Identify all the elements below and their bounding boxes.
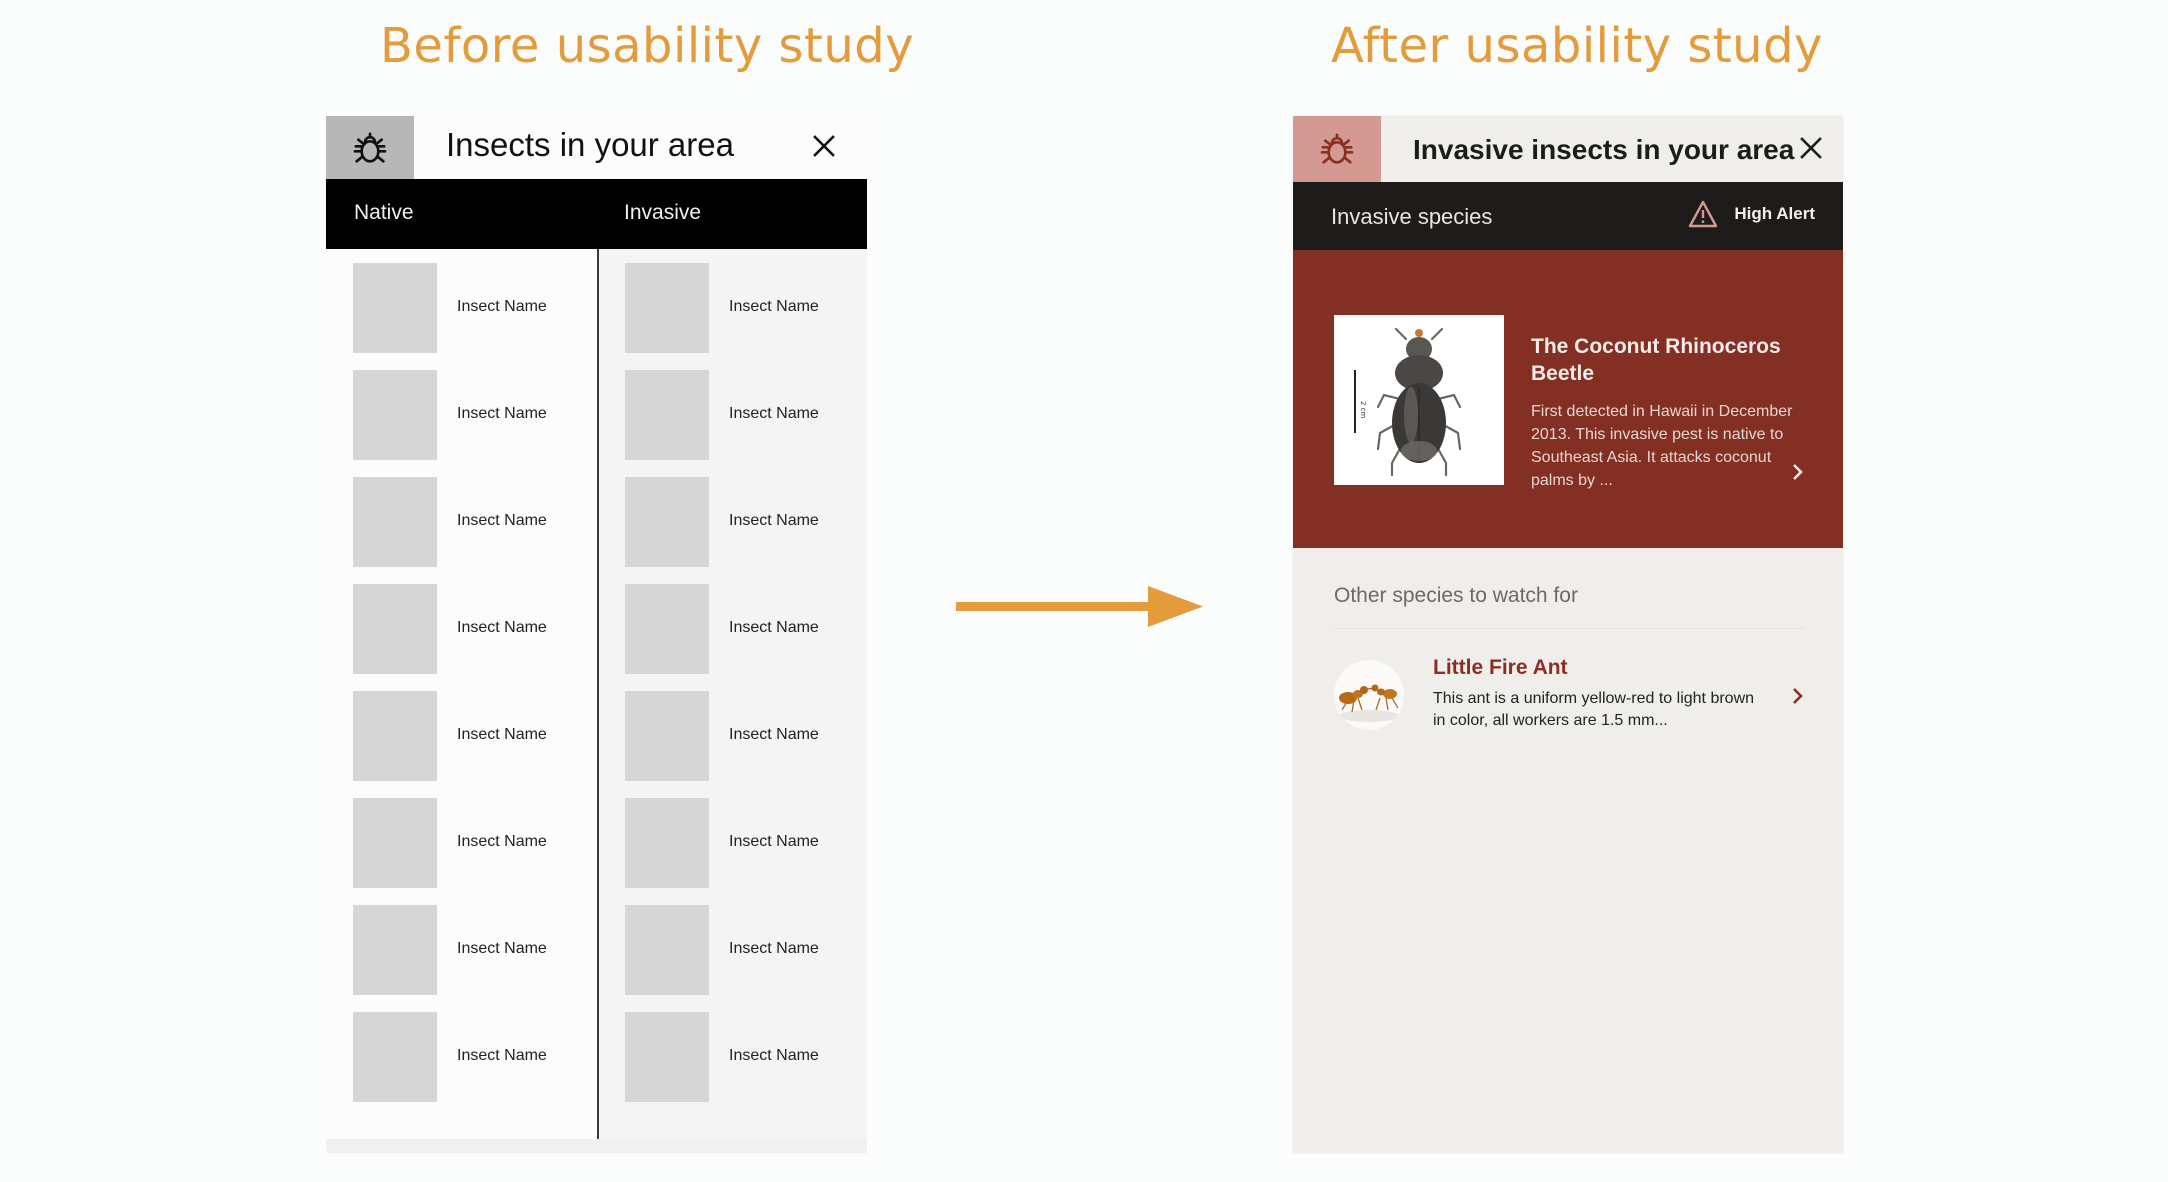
insect-name: Insect Name: [729, 833, 819, 850]
list-item[interactable]: Insect Name: [353, 905, 583, 995]
insect-name: Insect Name: [457, 298, 547, 315]
list-item[interactable]: Insect Name: [353, 1012, 583, 1102]
other-species-heading: Other species to watch for: [1334, 584, 1578, 607]
before-header: Insects in your area: [326, 116, 867, 179]
high-alert-text: High Alert: [1734, 204, 1815, 223]
insect-name: Insect Name: [729, 298, 819, 315]
list-item[interactable]: Insect Name: [353, 691, 583, 781]
bug-icon: [326, 116, 414, 179]
before-footer: [326, 1139, 867, 1153]
insect-name: Insect Name: [729, 512, 819, 529]
column-divider: [597, 249, 599, 1139]
native-list: Insect Name Insect Name Insect Name Insect …: [326, 249, 597, 1139]
after-heading: After usability study: [1331, 18, 1823, 74]
tab-invasive[interactable]: Invasive: [624, 201, 701, 225]
insect-name: Insect Name: [457, 619, 547, 636]
list-item[interactable]: Insect Name: [353, 477, 583, 567]
invasive-list: Insect Name Insect Name Insect Name Insect …: [598, 249, 867, 1139]
close-icon[interactable]: [806, 128, 842, 164]
insect-name: Insect Name: [729, 405, 819, 422]
other-species-title: Little Fire Ant: [1433, 656, 1568, 679]
insect-name: Insect Name: [457, 1047, 547, 1064]
close-icon[interactable]: [1793, 130, 1829, 166]
other-species-description: This ant is a uniform yellow-red to ligh…: [1433, 690, 1755, 729]
insect-name: Insect Name: [457, 833, 547, 850]
insect-thumbnail: [353, 905, 437, 995]
list-item[interactable]: Insect Name: [625, 584, 855, 674]
insect-thumbnail: [353, 370, 437, 460]
featured-species-description: First detected in Hawaii in December 201…: [1531, 403, 1793, 489]
chevron-right-icon[interactable]: [1791, 686, 1805, 711]
insect-name: Insect Name: [457, 726, 547, 743]
insect-name: Insect Name: [729, 726, 819, 743]
tab-native[interactable]: Native: [354, 201, 414, 225]
insect-thumbnail: [625, 370, 709, 460]
insect-name: Insect Name: [729, 940, 819, 957]
list-item[interactable]: Insect Name: [625, 477, 855, 567]
insect-name: Insect Name: [457, 405, 547, 422]
chevron-right-icon[interactable]: [1791, 462, 1805, 487]
insect-thumbnail: [625, 691, 709, 781]
before-tabs: Native Invasive: [326, 179, 867, 249]
list-item[interactable]: Insect Name: [353, 263, 583, 353]
list-item[interactable]: Insect Name: [353, 584, 583, 674]
list-item[interactable]: Insect Name: [625, 263, 855, 353]
insect-thumbnail: [625, 905, 709, 995]
insect-thumbnail: [625, 1012, 709, 1102]
invasive-species-label: Invasive species: [1331, 204, 1493, 229]
after-screen: Invasive insects in your area Invasive s…: [1293, 116, 1843, 1153]
list-item[interactable]: Insect Name: [625, 1012, 855, 1102]
insect-name: Insect Name: [457, 940, 547, 957]
scale-label: 2 cm: [1359, 401, 1367, 419]
insect-thumbnail: [353, 477, 437, 567]
insect-thumbnail: [353, 263, 437, 353]
fire-ant-avatar: [1334, 660, 1404, 730]
invasive-species-bar: Invasive species High Alert: [1293, 182, 1843, 250]
featured-species-card[interactable]: 2 cm The Coconut Rhinoceros Beetle First…: [1293, 250, 1843, 548]
insect-thumbnail: [625, 798, 709, 888]
high-alert-badge: High Alert: [1688, 200, 1815, 228]
insect-name: Insect Name: [457, 512, 547, 529]
list-item[interactable]: Insect Name: [625, 370, 855, 460]
list-item[interactable]: Insect Name: [625, 905, 855, 995]
list-item[interactable]: Insect Name: [625, 798, 855, 888]
after-title: Invasive insects in your area: [1413, 134, 1795, 165]
warning-triangle-icon: [1689, 200, 1718, 228]
insect-thumbnail: [353, 691, 437, 781]
list-item[interactable]: Insect Name: [353, 798, 583, 888]
before-screen: Insects in your area Native Invasive Ins…: [326, 116, 867, 1153]
section-divider: [1334, 628, 1804, 629]
arrow-right-icon: [956, 586, 1203, 627]
list-item[interactable]: Insect Name: [353, 370, 583, 460]
insect-thumbnail: [625, 263, 709, 353]
list-item[interactable]: Insect Name: [625, 691, 855, 781]
beetle-image: 2 cm: [1334, 315, 1504, 485]
after-header: Invasive insects in your area: [1293, 116, 1843, 182]
insect-name: Insect Name: [729, 1047, 819, 1064]
insect-name: Insect Name: [729, 619, 819, 636]
insect-thumbnail: [353, 1012, 437, 1102]
insect-thumbnail: [625, 477, 709, 567]
other-species-item[interactable]: Little Fire Ant This ant is a uniform ye…: [1293, 646, 1843, 736]
insect-thumbnail: [625, 584, 709, 674]
featured-species-title: The Coconut Rhinoceros Beetle: [1531, 335, 1781, 385]
insect-thumbnail: [353, 584, 437, 674]
before-title: Insects in your area: [446, 126, 734, 163]
insect-thumbnail: [353, 798, 437, 888]
before-heading: Before usability study: [380, 18, 915, 74]
bug-icon: [1293, 116, 1381, 182]
